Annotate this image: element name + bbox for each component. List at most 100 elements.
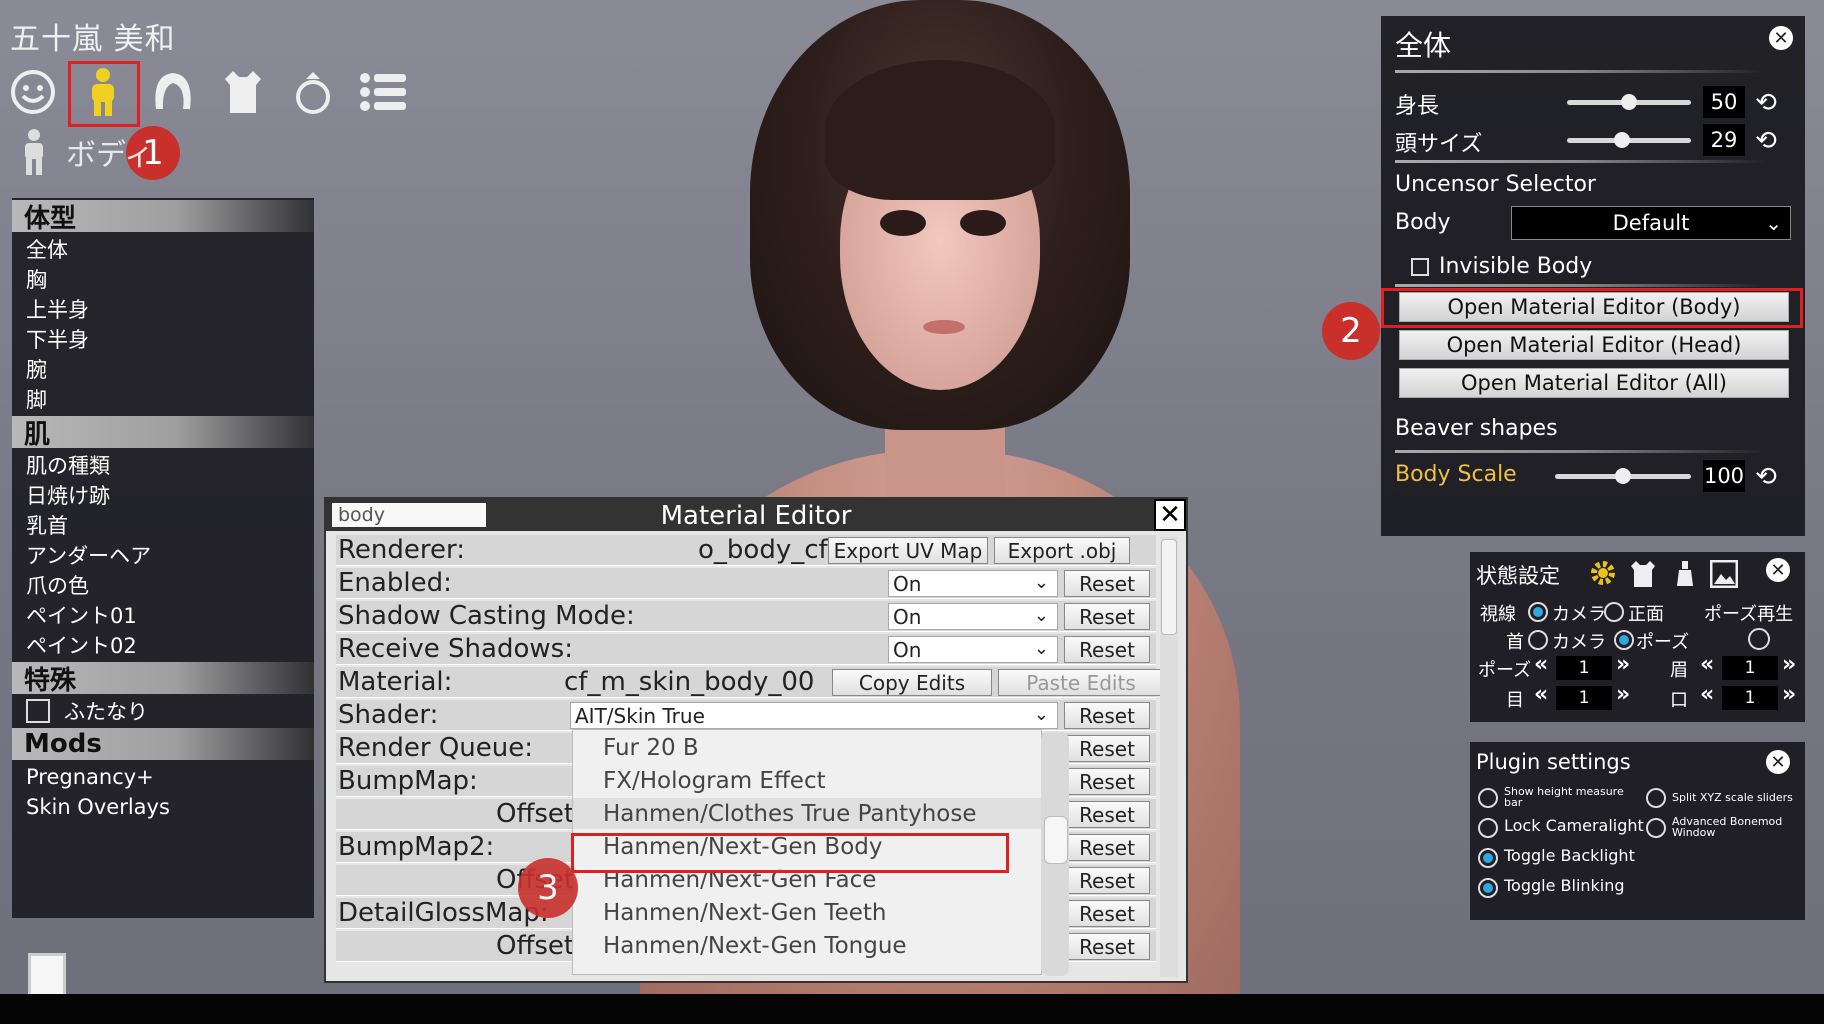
pause-icon[interactable] — [1748, 628, 1770, 650]
head-size-slider-knob[interactable] — [1613, 132, 1630, 148]
futanari-toggle[interactable]: ふたなり — [12, 696, 314, 726]
body-scale-slider-knob[interactable] — [1615, 468, 1631, 484]
face-icon[interactable] — [8, 62, 58, 122]
divider — [1395, 450, 1765, 453]
brow-next-icon[interactable]: » — [1782, 652, 1796, 677]
mouth-next-icon[interactable]: » — [1782, 682, 1796, 707]
head-size-value[interactable]: 29 — [1703, 124, 1745, 156]
menu-item[interactable]: 下半身 — [12, 324, 314, 354]
shader-option[interactable]: Fur 20 B — [573, 732, 1043, 763]
body-uncensor-dropdown[interactable]: Default ⌄ — [1511, 206, 1791, 240]
eye-value[interactable]: 1 — [1556, 686, 1612, 710]
menu-item[interactable]: 爪の色 — [12, 570, 314, 600]
close-icon[interactable]: ✕ — [1766, 558, 1790, 582]
mouth-prev-icon[interactable]: « — [1700, 682, 1714, 707]
toggle-backlight-radio[interactable] — [1478, 848, 1498, 868]
reset-button[interactable]: Reset — [1064, 570, 1150, 597]
invisible-body-toggle[interactable]: Invisible Body — [1411, 254, 1592, 279]
accessory-icon[interactable] — [288, 62, 338, 122]
pose-prev-icon[interactable]: « — [1534, 652, 1548, 677]
menu-item[interactable]: Skin Overlays — [12, 792, 314, 822]
close-icon[interactable]: ✕ — [1766, 750, 1790, 774]
futanari-checkbox[interactable] — [26, 699, 50, 723]
material-editor-scrollbar[interactable] — [1160, 537, 1178, 977]
reset-button[interactable]: Reset — [1064, 768, 1150, 795]
mouth-value[interactable]: 1 — [1722, 686, 1778, 710]
split-xyz-radio[interactable] — [1646, 788, 1666, 808]
pose-next-icon[interactable]: » — [1616, 652, 1630, 677]
invisible-body-checkbox[interactable] — [1411, 257, 1429, 276]
menu-item[interactable]: 日焼け跡 — [12, 480, 314, 510]
brow-prev-icon[interactable]: « — [1700, 652, 1714, 677]
menu-item[interactable]: 上半身 — [12, 294, 314, 324]
shader-option[interactable]: Hanmen/Clothes True Pantyhose — [573, 798, 1043, 829]
clothes-state-icon[interactable] — [1630, 560, 1656, 588]
reset-button[interactable]: Reset — [1064, 735, 1150, 762]
menu-item[interactable]: 胸 — [12, 264, 314, 294]
pose-value[interactable]: 1 — [1556, 656, 1612, 680]
eye-next-icon[interactable]: » — [1616, 682, 1630, 707]
toggle-blinking-radio[interactable] — [1478, 878, 1498, 898]
body-scale-slider[interactable] — [1555, 468, 1691, 484]
reset-button[interactable]: Reset — [1064, 801, 1150, 828]
reset-icon[interactable]: ⟲ — [1751, 88, 1781, 118]
advanced-bonemod-radio[interactable] — [1646, 818, 1666, 838]
menu-item[interactable]: アンダーヘア — [12, 540, 314, 570]
gaze-camera-radio[interactable] — [1528, 602, 1548, 622]
shader-list-scrollbar[interactable] — [1041, 732, 1069, 976]
menu-item[interactable]: 乳首 — [12, 510, 314, 540]
material-filter-input[interactable]: body — [332, 503, 486, 527]
enabled-select[interactable]: On ⌄ — [888, 570, 1058, 597]
reset-button[interactable]: Reset — [1064, 834, 1150, 861]
reset-icon[interactable]: ⟲ — [1751, 126, 1781, 156]
export-obj-button[interactable]: Export .obj — [994, 537, 1130, 564]
body-scale-value[interactable]: 100 — [1703, 460, 1745, 492]
height-slider[interactable] — [1567, 94, 1691, 110]
export-uv-map-button[interactable]: Export UV Map — [828, 537, 988, 564]
reset-icon[interactable]: ⟲ — [1751, 462, 1781, 492]
neck-pose-radio[interactable] — [1614, 630, 1634, 650]
liquid-icon[interactable] — [1676, 560, 1694, 588]
clothes-icon[interactable] — [218, 62, 268, 122]
close-icon[interactable]: ✕ — [1769, 26, 1793, 50]
menu-item[interactable]: 脚 — [12, 384, 314, 414]
height-bar-radio[interactable] — [1478, 788, 1498, 808]
reset-button[interactable]: Reset — [1064, 636, 1150, 663]
paste-edits-button[interactable]: Paste Edits — [998, 669, 1164, 696]
neck-camera-radio[interactable] — [1528, 630, 1548, 650]
reset-button[interactable]: Reset — [1064, 867, 1150, 894]
gear-icon[interactable] — [1588, 558, 1618, 588]
image-icon[interactable] — [1710, 560, 1738, 588]
hair-icon[interactable] — [148, 62, 198, 122]
open-material-editor-head-button[interactable]: Open Material Editor (Head) — [1399, 330, 1789, 360]
reset-button[interactable]: Reset — [1064, 900, 1150, 927]
menu-item[interactable]: ペイント02 — [12, 630, 314, 660]
close-icon[interactable]: ✕ — [1154, 499, 1186, 531]
gaze-front-radio[interactable] — [1604, 602, 1624, 622]
brow-value[interactable]: 1 — [1722, 656, 1778, 680]
menu-item[interactable]: 全体 — [12, 234, 314, 264]
shader-option[interactable]: FX/Hologram Effect — [573, 765, 1043, 796]
receive-shadows-select[interactable]: On ⌄ — [888, 636, 1058, 663]
eye-prev-icon[interactable]: « — [1534, 682, 1548, 707]
open-material-editor-all-button[interactable]: Open Material Editor (All) — [1399, 368, 1789, 398]
shader-option[interactable]: Hanmen/Next-Gen Teeth — [573, 897, 1043, 928]
head-size-slider[interactable] — [1567, 132, 1691, 148]
shadow-casting-select[interactable]: On ⌄ — [888, 603, 1058, 630]
menu-item[interactable]: 肌の種類 — [12, 450, 314, 480]
copy-edits-button[interactable]: Copy Edits — [832, 669, 992, 696]
scrollbar-thumb[interactable] — [1161, 539, 1177, 635]
shader-option[interactable]: Hanmen/Next-Gen Tongue — [573, 930, 1043, 961]
reset-button[interactable]: Reset — [1064, 702, 1150, 729]
reset-button[interactable]: Reset — [1064, 933, 1150, 960]
lock-cameralight-radio[interactable] — [1478, 818, 1498, 838]
shader-select[interactable]: AIT/Skin True ⌄ — [570, 702, 1058, 729]
scrollbar-thumb[interactable] — [1044, 816, 1068, 864]
menu-item[interactable]: Pregnancy+ — [12, 762, 314, 792]
list-icon[interactable] — [358, 62, 408, 122]
menu-item[interactable]: 腕 — [12, 354, 314, 384]
reset-button[interactable]: Reset — [1064, 603, 1150, 630]
menu-item[interactable]: ペイント01 — [12, 600, 314, 630]
height-value[interactable]: 50 — [1703, 86, 1745, 118]
height-slider-knob[interactable] — [1621, 94, 1637, 110]
